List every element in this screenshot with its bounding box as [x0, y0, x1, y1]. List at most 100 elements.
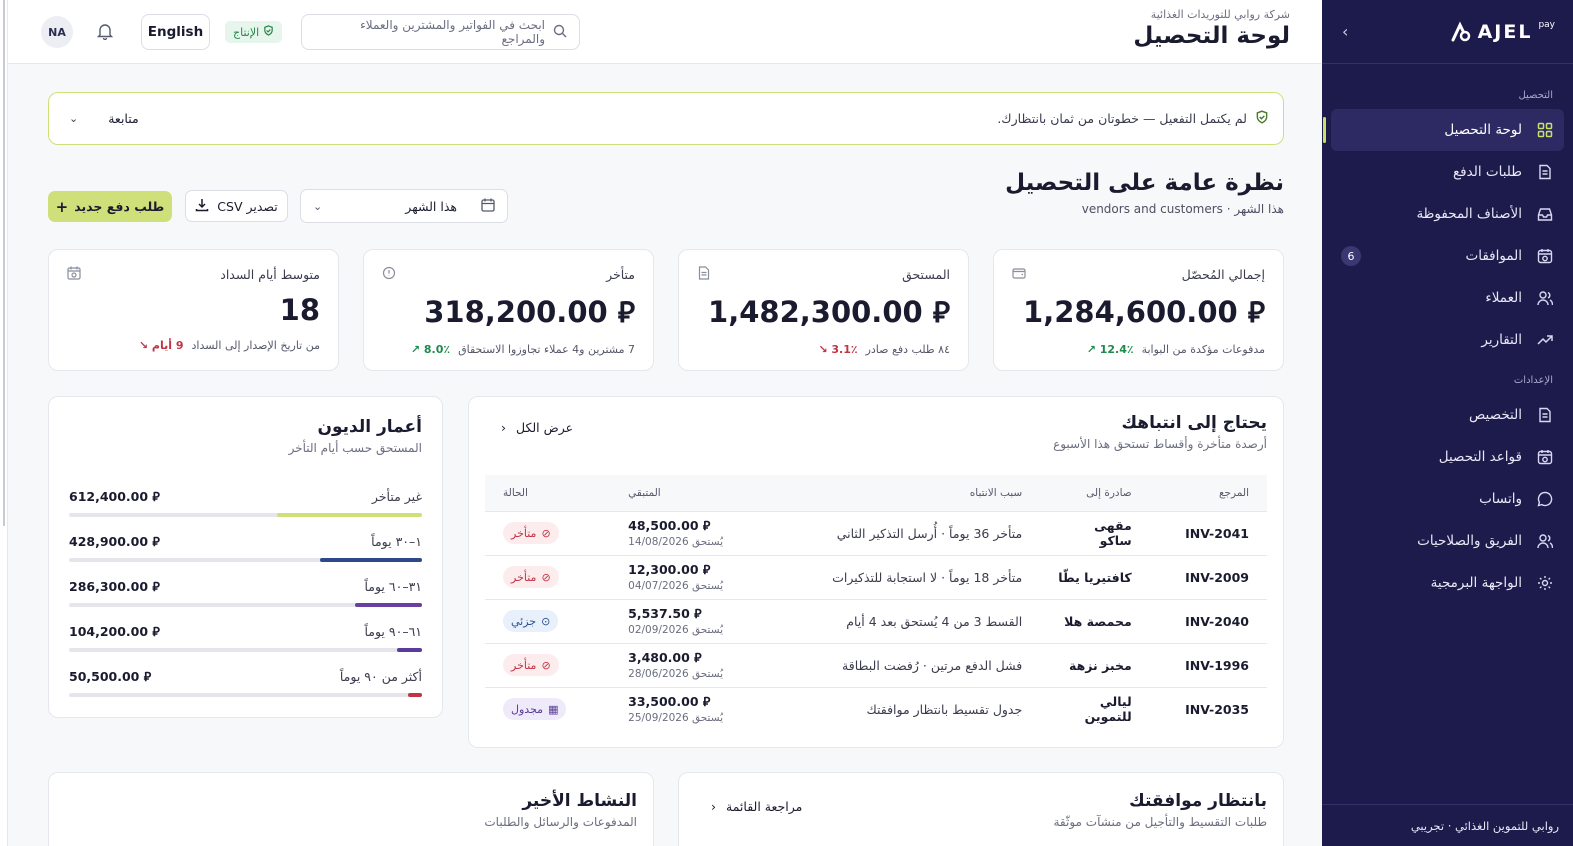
users-icon [1536, 289, 1554, 307]
status-badge: ⊘ متأخر [503, 654, 559, 676]
export-csv-button[interactable]: تصدير CSV [185, 190, 288, 222]
attention-reason: متأخر 36 يوماً · أُرسل التذكير الثاني [758, 510, 1041, 555]
due-date: يُستحق 28/06/2026 [628, 668, 724, 680]
company-name: شركة روابي للتوريدات الغذائية [1150, 8, 1290, 21]
search-input[interactable]: ابحث في الفواتير والمشترين والعملاء والم… [301, 14, 580, 50]
sidebar-item-label: الأصناف المحفوظة [1416, 206, 1522, 222]
brand-mark-icon [1451, 21, 1470, 41]
aging-bar-track [69, 603, 422, 607]
left-scroll-edge[interactable] [0, 0, 8, 846]
avatar[interactable]: NA [41, 16, 73, 48]
sidebar-item-label: طلبات الدفع [1453, 164, 1522, 180]
kpi-value: 318,200.00 ⃁ [424, 295, 635, 329]
sidebar-item-payment-requests[interactable]: طلبات الدفع [1331, 151, 1564, 193]
sidebar-item-label: التقارير [1481, 332, 1522, 348]
due-date: يُستحق 02/09/2026 [628, 624, 724, 636]
aging-row: غير متأخر 612,400.00 ⃁ [69, 481, 422, 526]
calendar-clock-icon [67, 266, 81, 283]
review-list-link[interactable]: مراجعة القائمة ‹ [711, 799, 802, 814]
kpi-note: ٨٤ طلب دفع صادر [865, 343, 950, 356]
remaining-cell: 12,300.00 ⃁ يُستحق 04/07/2026 [610, 554, 759, 599]
sidebar-item-approvals[interactable]: الموافقات 6 [1331, 235, 1564, 277]
sidebar-item-dashboard[interactable]: لوحة التحصيل [1323, 109, 1564, 151]
kpi-value: 18 [279, 293, 320, 327]
sidebar-item-collection-rules[interactable]: قواعد التحصيل [1331, 436, 1564, 478]
table-row[interactable]: INV-2041 مقهى ساكو متأخر 36 يوماً · أُرسل … [485, 510, 1267, 555]
kpi-card-outstanding[interactable]: المستحق 1,482,300.00 ⃁ ٨٤ طلب دفع صادر 3.… [678, 249, 969, 371]
kpi-card-avg-days[interactable]: متوسط أيام السداد 18 من تاريخ الإصدار إل… [48, 249, 339, 371]
aging-bar-fill [354, 603, 422, 607]
approvals-panel: بانتظار موافقتك طلبات التقسيط والتأجيل م… [678, 772, 1284, 846]
inbox-icon [1536, 205, 1554, 223]
aging-bar-fill [277, 513, 422, 517]
invoice-ref[interactable]: INV-2035 [1149, 686, 1267, 731]
aging-amount: 286,300.00 ⃁ [69, 579, 160, 594]
calendar-icon: ▦ [548, 702, 559, 716]
gear-icon [1536, 574, 1554, 592]
due-date: يُستحق 04/07/2026 [628, 580, 724, 592]
remaining-cell: 5,537.50 ⃁ يُستحق 02/09/2026 [610, 598, 759, 643]
kpi-note: 7 مشترين و4 عملاء تجاوزوا الاستحقاق [458, 343, 635, 356]
remaining-amount: 3,480.00 ⃁ [628, 650, 702, 665]
attention-panel: يحتاج إلى انتباهك أرصدة متأخرة وأقساط تس… [468, 396, 1284, 748]
banner-continue-button[interactable]: ⌄ متابعة [69, 111, 139, 126]
view-all-link[interactable]: عرض الكل ‹ [501, 420, 573, 435]
invoice-ref[interactable]: INV-2041 [1149, 510, 1267, 555]
table-row[interactable]: INV-2035 ليالي للتموين جدول تقسيط بانتظار … [485, 686, 1267, 731]
issued-to: مخبز نزهة [1040, 642, 1150, 687]
sidebar-item-customers[interactable]: العملاء [1331, 277, 1564, 319]
document-icon [1536, 163, 1554, 181]
period-value: هذا الشهر [405, 198, 457, 214]
approvals-count-badge: 6 [1341, 246, 1361, 266]
bell-icon[interactable] [96, 22, 116, 42]
brand-logo[interactable]: AJEL pay [1450, 19, 1555, 43]
calendar-clock-icon [1536, 247, 1554, 265]
period-select[interactable]: هذا الشهر ⌄ [300, 189, 508, 223]
invoice-ref[interactable]: INV-2040 [1149, 598, 1267, 643]
kpi-label: متأخر [606, 267, 635, 282]
language-toggle-button[interactable]: English [141, 14, 210, 50]
chevron-left-icon: ‹ [501, 420, 506, 435]
sidebar-footer-org[interactable]: روابي للتموين الغذائي · تجريبي [1322, 804, 1573, 846]
approvals-title: بانتظار موافقتك [1129, 791, 1267, 811]
download-icon [195, 198, 209, 215]
table-row[interactable]: INV-2009 كافتيريا يطّا متأخر 18 يوماً · لا… [485, 554, 1267, 599]
activity-subtitle: المدفوعات والرسائل والطلبات [484, 815, 637, 829]
sidebar-item-customization[interactable]: التخصيص [1331, 394, 1564, 436]
new-payment-request-button[interactable]: طلب دفع جديد + [48, 191, 172, 222]
sidebar-item-reports[interactable]: التقارير [1331, 319, 1564, 361]
sidebar-item-whatsapp[interactable]: واتساب [1331, 478, 1564, 520]
alert-circle-icon: ⊘ [541, 658, 551, 672]
activity-panel: النشاط الأخير المدفوعات والرسائل والطلبا… [48, 772, 654, 846]
sidebar-item-saved-items[interactable]: الأصناف المحفوظة [1331, 193, 1564, 235]
brand-sup: pay [1538, 19, 1555, 30]
kpi-value: 1,482,300.00 ⃁ [708, 295, 950, 329]
kpi-card-overdue[interactable]: متأخر 318,200.00 ⃁ 7 مشترين و4 عملاء تجا… [363, 249, 654, 371]
status-cell: ⊘ متأخر [485, 642, 611, 687]
status-badge: ⊘ متأخر [503, 566, 559, 588]
attention-subtitle: أرصدة متأخرة وأقساط تستحق هذا الأسبوع [1053, 437, 1267, 451]
aging-label: غير متأخر [371, 489, 422, 504]
aging-amount: 612,400.00 ⃁ [69, 489, 160, 504]
aging-amount: 428,900.00 ⃁ [69, 534, 160, 549]
kpi-label: المستحق [902, 267, 950, 282]
attention-reason: القسط 3 من 4 يُستحق بعد 4 أيام [758, 598, 1041, 643]
table-row[interactable]: INV-1996 مخبز نزهة فشل الدفع مرتين · رُفضت… [485, 642, 1267, 687]
page-title: لوحة التحصيل [1133, 23, 1290, 49]
column-header: المرجع [1149, 475, 1267, 511]
aging-amount: 104,200.00 ⃁ [69, 624, 160, 639]
status-badge: ▦ مجدول [503, 698, 567, 721]
issued-to: كافتيريا يطّا [1040, 554, 1150, 599]
new-request-label: طلب دفع جديد [74, 199, 165, 214]
sidebar-item-team[interactable]: الفريق والصلاحيات [1331, 520, 1564, 562]
kpi-label: متوسط أيام السداد [220, 267, 320, 282]
invoice-ref[interactable]: INV-2009 [1149, 554, 1267, 599]
aging-row: أكثر من ٩٠ يوماً 50,500.00 ⃁ [69, 661, 422, 706]
kpi-note: مدفوعات مؤكدة من البوابة [1141, 343, 1265, 356]
sidebar-item-api[interactable]: الواجهة البرمجية [1331, 562, 1564, 604]
collapse-chevron-icon[interactable]: › [1342, 22, 1348, 41]
table-row[interactable]: INV-2040 محمصة هلا القسط 3 من 4 يُستحق بعد… [485, 598, 1267, 643]
remaining-cell: 3,480.00 ⃁ يُستحق 28/06/2026 [610, 642, 759, 687]
invoice-ref[interactable]: INV-1996 [1149, 642, 1267, 687]
kpi-card-collected[interactable]: إجمالي المُحصّل 1,284,600.00 ⃁ مدفوعات م… [993, 249, 1284, 371]
